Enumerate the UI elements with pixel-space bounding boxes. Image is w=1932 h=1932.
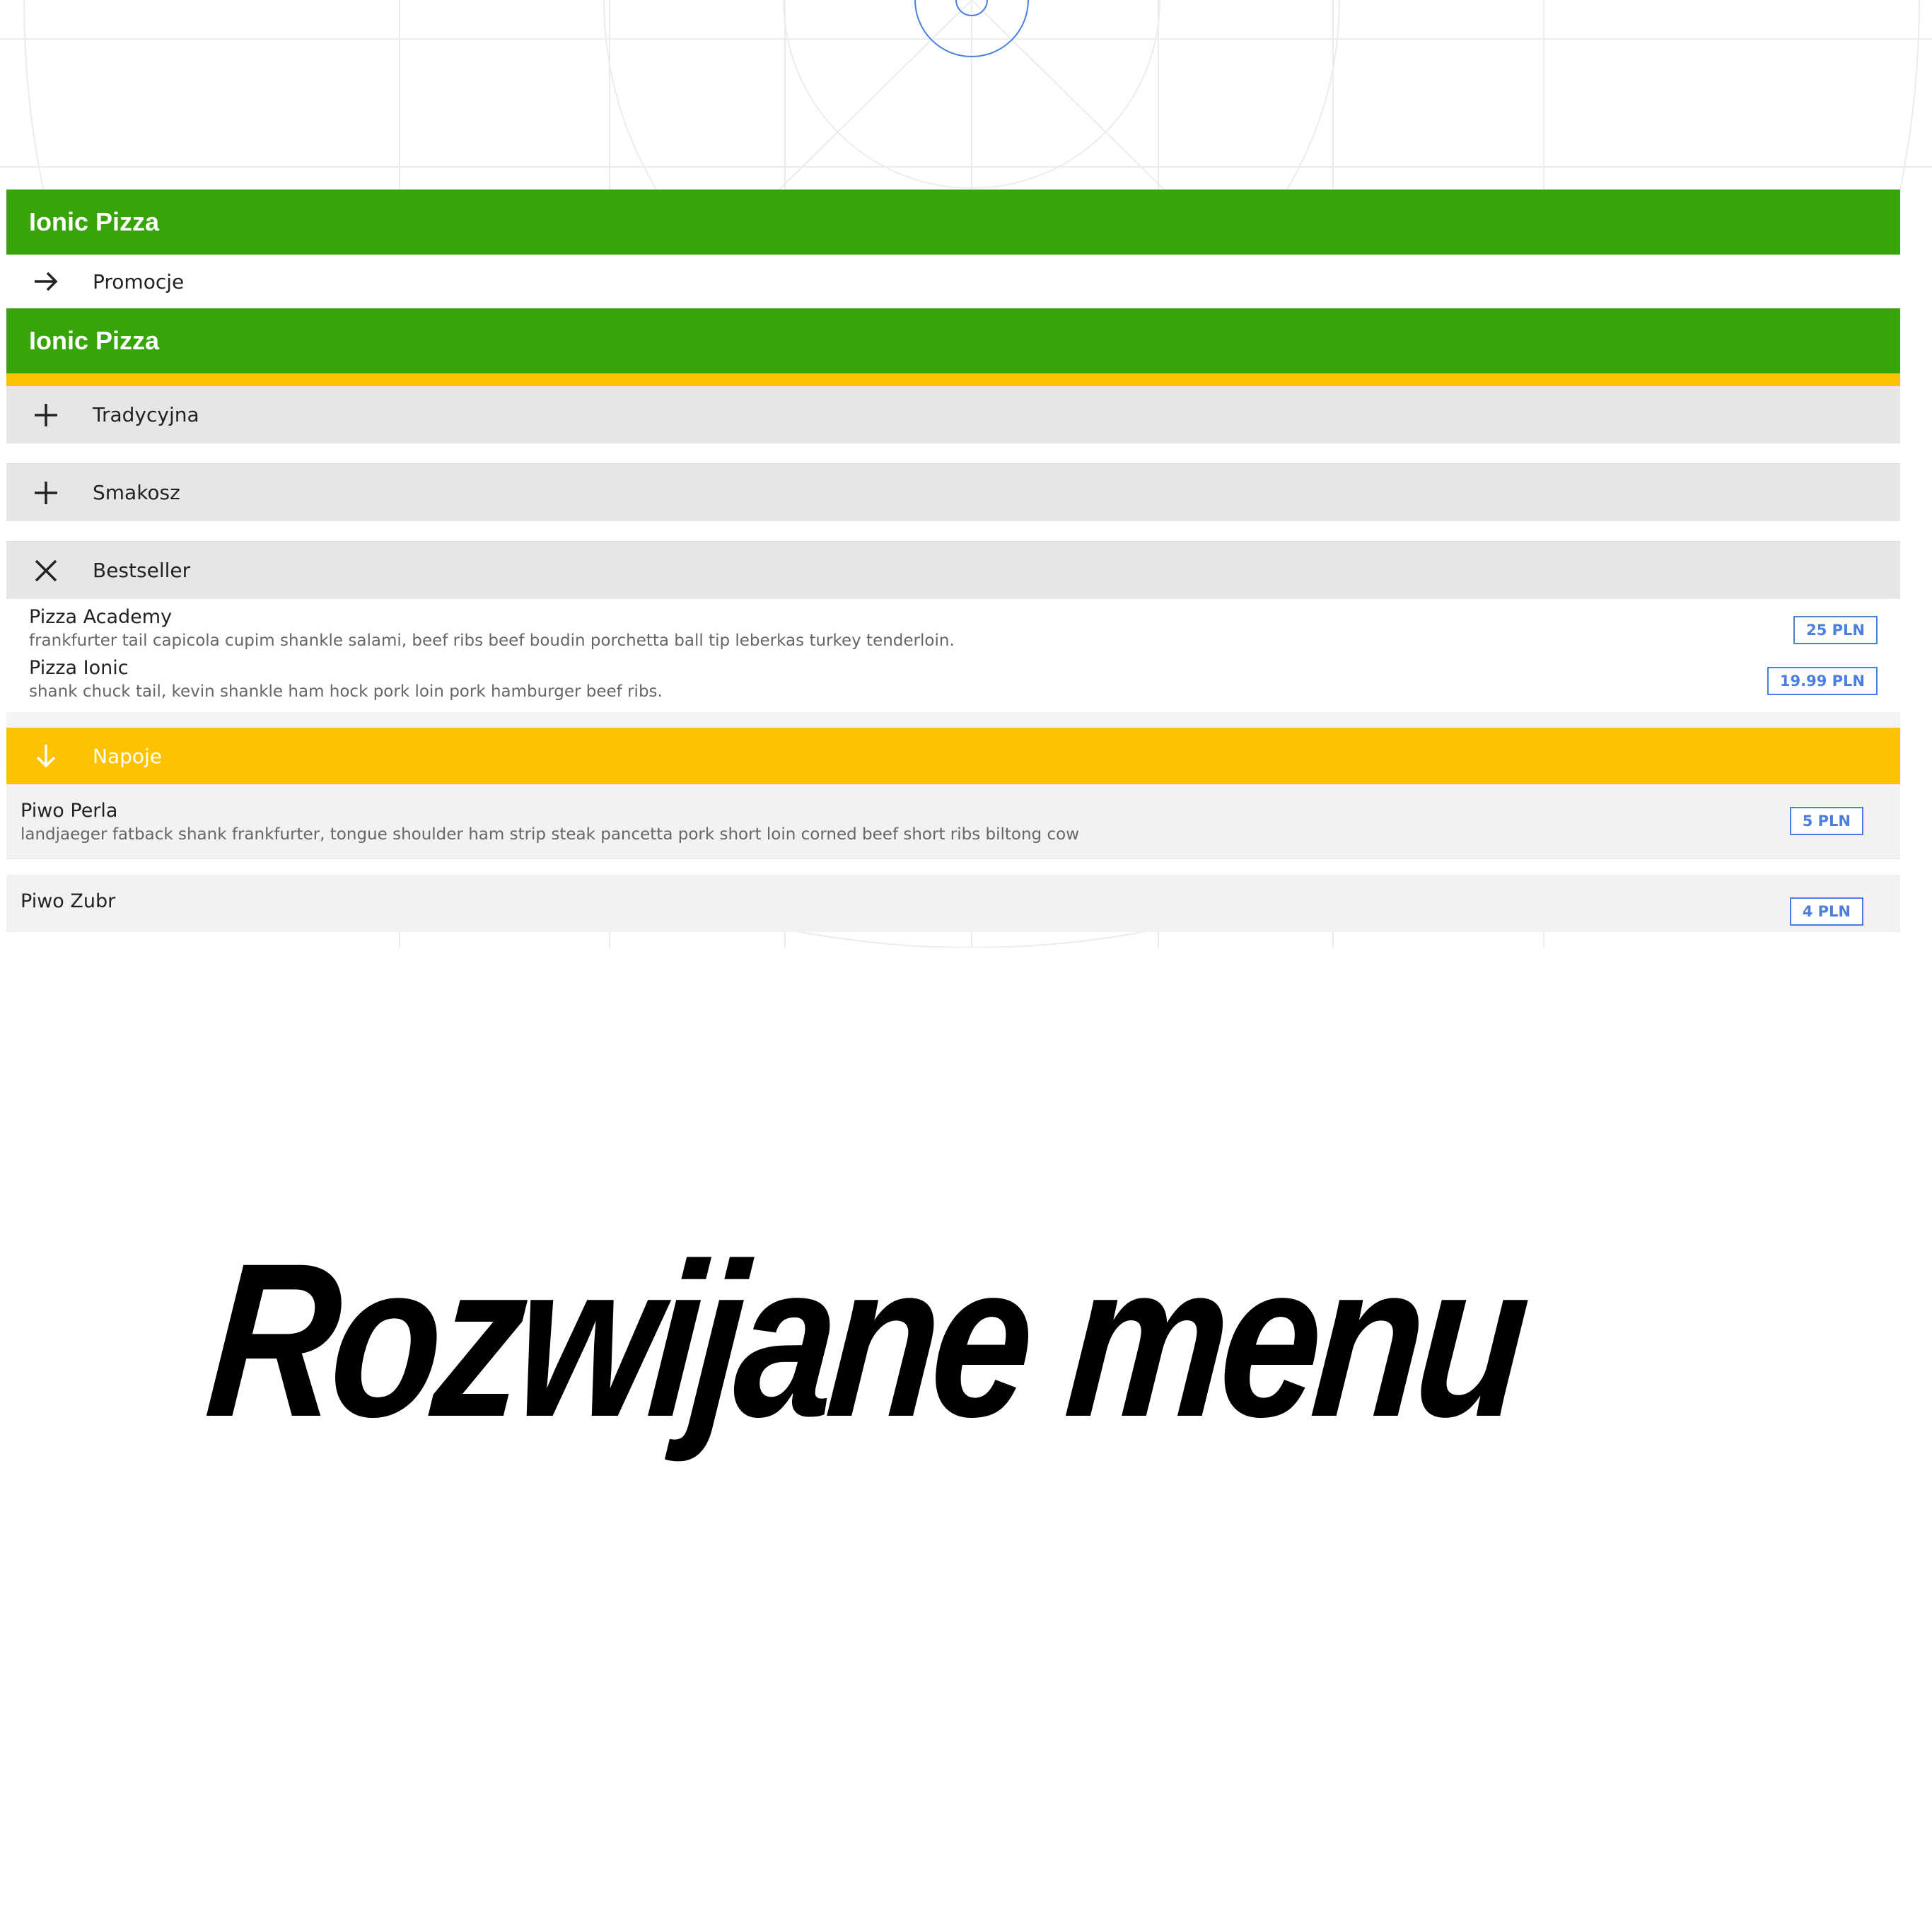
list-item[interactable]: Pizza Academy frankfurter tail capicola … (6, 603, 1900, 654)
price-badge[interactable]: 4 PLN (1789, 897, 1863, 926)
item-name: Pizza Ionic (29, 657, 129, 679)
item-description: landjaeger fatback shank frankfurter, to… (21, 825, 1079, 844)
group-napoje[interactable]: Napoje (6, 728, 1900, 784)
item-description: shank chuck tail, kevin shankle ham hock… (29, 682, 663, 701)
caption-title: Rozwijane menu (199, 1217, 1532, 1462)
arrow-down-icon (6, 740, 93, 772)
group-tradycyjna[interactable]: Tradycyjna (6, 386, 1900, 443)
page-toolbar: Ionic Pizza (6, 308, 1900, 386)
price-badge[interactable]: 25 PLN (1793, 616, 1878, 644)
price-badge[interactable]: 5 PLN (1789, 807, 1863, 835)
separator (6, 443, 1900, 464)
arrow-forward-icon (6, 266, 93, 297)
bestseller-items: Pizza Academy frankfurter tail capicola … (6, 599, 1900, 712)
menu-item-promocje[interactable]: Promocje (6, 255, 1900, 308)
menu-title: Ionic Pizza (29, 207, 160, 236)
group-label: Tradycyjna (93, 403, 199, 426)
list-item[interactable]: Piwo Perla landjaeger fatback shank fran… (6, 784, 1900, 859)
separator (6, 712, 1900, 728)
close-icon (6, 555, 93, 586)
list-item[interactable]: Piwo Zubr 4 PLN (6, 875, 1900, 932)
group-label: Smakosz (93, 481, 180, 504)
menu-toolbar: Ionic Pizza (6, 190, 1900, 255)
group-bestseller[interactable]: Bestseller (6, 542, 1900, 599)
page-title: Ionic Pizza (29, 326, 160, 355)
group-label: Napoje (93, 744, 163, 768)
item-name: Piwo Zubr (21, 890, 116, 912)
separator (6, 859, 1900, 875)
price-badge[interactable]: 19.99 PLN (1767, 667, 1878, 695)
app-window: Ionic Pizza Promocje Ionic Pizza Tradycy… (6, 190, 1900, 932)
item-name: Pizza Academy (29, 606, 173, 628)
list-item[interactable]: Pizza Ionic shank chuck tail, kevin shan… (6, 654, 1900, 705)
separator (6, 521, 1900, 542)
menu-item-label: Promocje (93, 269, 185, 293)
plus-icon (6, 400, 93, 431)
group-label: Bestseller (93, 559, 191, 582)
item-description: frankfurter tail capicola cupim shankle … (29, 632, 955, 650)
item-name: Piwo Perla (21, 800, 118, 822)
group-smakosz[interactable]: Smakosz (6, 464, 1900, 521)
plus-icon (6, 477, 93, 508)
